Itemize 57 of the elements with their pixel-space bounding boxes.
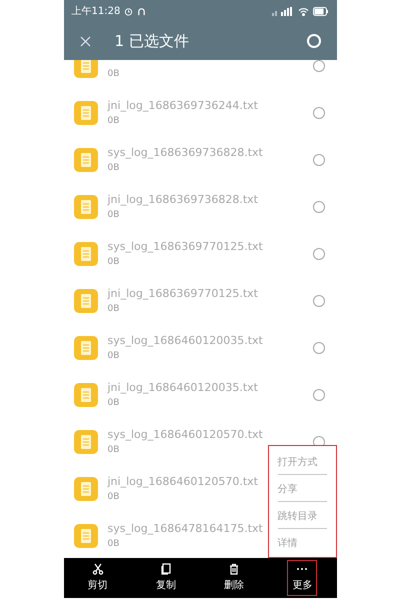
document-icon: [74, 336, 98, 360]
document-icon: [74, 194, 98, 218]
file-name: sys_log_1686478164175.txt: [108, 521, 263, 536]
toolbar-button[interactable]: 删除: [219, 560, 250, 596]
document-icon: [74, 100, 98, 124]
file-name: jni_log_1686369736244.txt: [108, 98, 258, 113]
document-icon: [74, 430, 98, 454]
select-radio[interactable]: [312, 342, 324, 354]
copy-icon: [160, 563, 172, 575]
file-name: sys_log_1686460120570.txt: [108, 427, 263, 442]
file-size: 0B: [108, 256, 120, 268]
select-radio[interactable]: [312, 248, 324, 260]
file-name: jni_log_1686369770125.txt: [108, 286, 258, 301]
file-size: 0B: [108, 162, 120, 174]
select-radio[interactable]: [312, 106, 324, 118]
document-icon: [74, 476, 98, 500]
file-size: 0B: [108, 397, 120, 409]
file-name: sys_log_1686369736828.txt: [108, 145, 263, 160]
select-radio[interactable]: [312, 60, 324, 72]
toolbar-button[interactable]: 复制: [150, 560, 181, 596]
file-name: jni_log_1686460120035.txt: [108, 380, 258, 395]
file-size: 0B: [108, 350, 120, 362]
file-name: sys_log_1686460120035.txt: [108, 333, 263, 348]
file-size: 0B: [108, 115, 120, 127]
close-icon: [80, 36, 90, 46]
select-radio[interactable]: [312, 388, 324, 400]
toolbar-button[interactable]: 更多: [287, 560, 318, 596]
status-time: 上午11:28: [72, 4, 120, 18]
file-name: jni_log_1686460120570.txt: [108, 474, 258, 489]
document-icon: [74, 242, 98, 266]
file-size: 0B: [108, 538, 120, 550]
file-name: jni_log_1686369736828.txt: [108, 192, 258, 207]
select-all-radio[interactable]: [306, 34, 320, 48]
file-size: 0B: [108, 491, 120, 503]
header-title: 1 已选文件: [114, 30, 190, 52]
toolbar-button[interactable]: 剪切: [82, 560, 113, 596]
headphones-icon: [137, 6, 146, 16]
document-icon: [74, 524, 98, 548]
select-radio[interactable]: [312, 294, 324, 306]
select-radio[interactable]: [312, 200, 324, 212]
close-button[interactable]: [80, 36, 90, 46]
scissors-icon: [92, 563, 104, 575]
file-size: 0B: [108, 444, 120, 456]
signal-icon: [272, 6, 294, 16]
file-size: 0B: [108, 68, 120, 80]
alarm-icon: [124, 6, 134, 16]
trash-icon: [228, 563, 240, 575]
document-icon: [74, 382, 98, 406]
document-icon: [74, 148, 98, 172]
wifi-icon: [298, 6, 308, 16]
select-radio[interactable]: [312, 154, 324, 166]
document-icon: [74, 288, 98, 312]
battery-icon: [312, 6, 328, 16]
file-size: 0B: [108, 209, 120, 221]
document-icon: [74, 60, 98, 78]
file-name: sys_log_1686369770125.txt: [108, 239, 263, 254]
file-size: 0B: [108, 303, 120, 315]
